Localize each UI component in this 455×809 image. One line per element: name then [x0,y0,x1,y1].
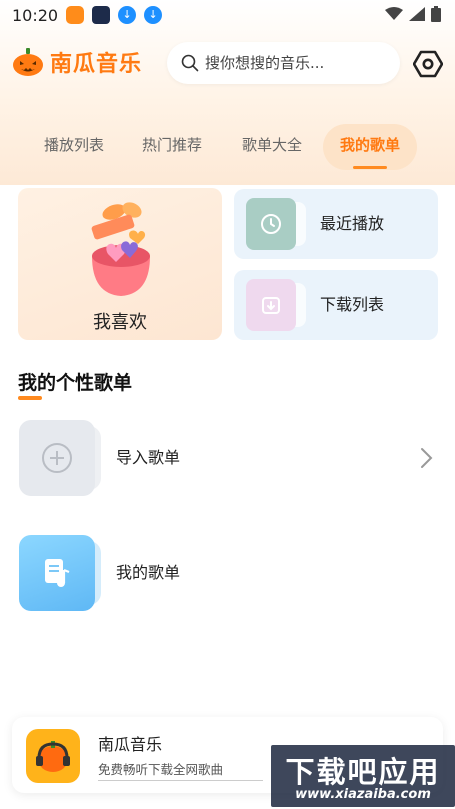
search-icon [181,54,199,72]
import-icon-tile [19,420,103,496]
my-playlist-icon-tile [19,535,103,611]
search-bar[interactable] [167,42,400,84]
search-input[interactable] [205,54,395,72]
download-list-card[interactable]: 下载列表 [234,270,438,340]
favorite-label: 我喜欢 [93,312,147,333]
import-playlist-label: 导入歌单 [116,448,181,467]
tab-my-playlists[interactable]: 我的歌单 [323,124,417,170]
status-time: 10:20 [12,5,59,25]
download-box-icon [262,297,280,314]
tab-all-playlists[interactable]: 歌单大全 [228,124,316,170]
app-header: 南瓜音乐 [0,38,455,88]
plus-circle-icon [42,443,72,473]
watermark: 下载吧应用 www.xiazaiba.com [271,745,455,807]
download-icon-tile [246,279,306,331]
banner-title: 南瓜音乐 [98,735,163,754]
pumpkin-logo-icon [13,48,43,76]
banner-subtitle: 免费畅听下载全网歌曲 [98,762,224,777]
recent-play-card[interactable]: 最近播放 [234,189,438,259]
active-tab-indicator [353,166,387,169]
pumpkin-headphones-icon [26,729,80,783]
signal-icon [409,7,425,21]
tab-bar: 播放列表 热门推荐 歌单大全 我的歌单 [0,124,455,170]
tab-hot-recommend[interactable]: 热门推荐 [128,124,216,170]
progress-track [98,780,263,781]
game-notification-icon [92,6,111,24]
download-notification-icon: ↓ [144,6,163,24]
app-logo: 南瓜音乐 [12,46,142,78]
watermark-title: 下载吧应用 [285,755,441,789]
my-playlist-row[interactable]: 我的歌单 [0,535,455,615]
wifi-icon [385,7,403,20]
download-notification-icon: ↓ [118,6,137,24]
watermark-url: www.xiazaiba.com [295,787,431,802]
recent-play-label: 最近播放 [320,214,385,233]
tab-playlist[interactable]: 播放列表 [30,124,118,170]
section-title: 我的个性歌单 [18,372,133,394]
settings-hexagon-icon[interactable] [413,50,443,78]
music-document-icon [45,559,70,587]
download-list-label: 下载列表 [320,295,385,314]
battery-icon [431,6,441,22]
status-bar: 10:20 ↓ ↓ [0,0,455,30]
my-playlist-label: 我的歌单 [116,563,181,582]
clock-icon [261,214,281,234]
clock-icon-tile [246,198,306,250]
pumpkin-notification-icon [66,6,85,24]
chevron-right-icon[interactable] [418,447,434,469]
app-title: 南瓜音乐 [50,52,143,77]
section-underline [18,396,42,400]
import-playlist-row[interactable]: 导入歌单 [0,420,455,500]
gift-box-hearts-icon [91,202,150,296]
favorite-card[interactable]: 我喜欢 [18,188,222,340]
